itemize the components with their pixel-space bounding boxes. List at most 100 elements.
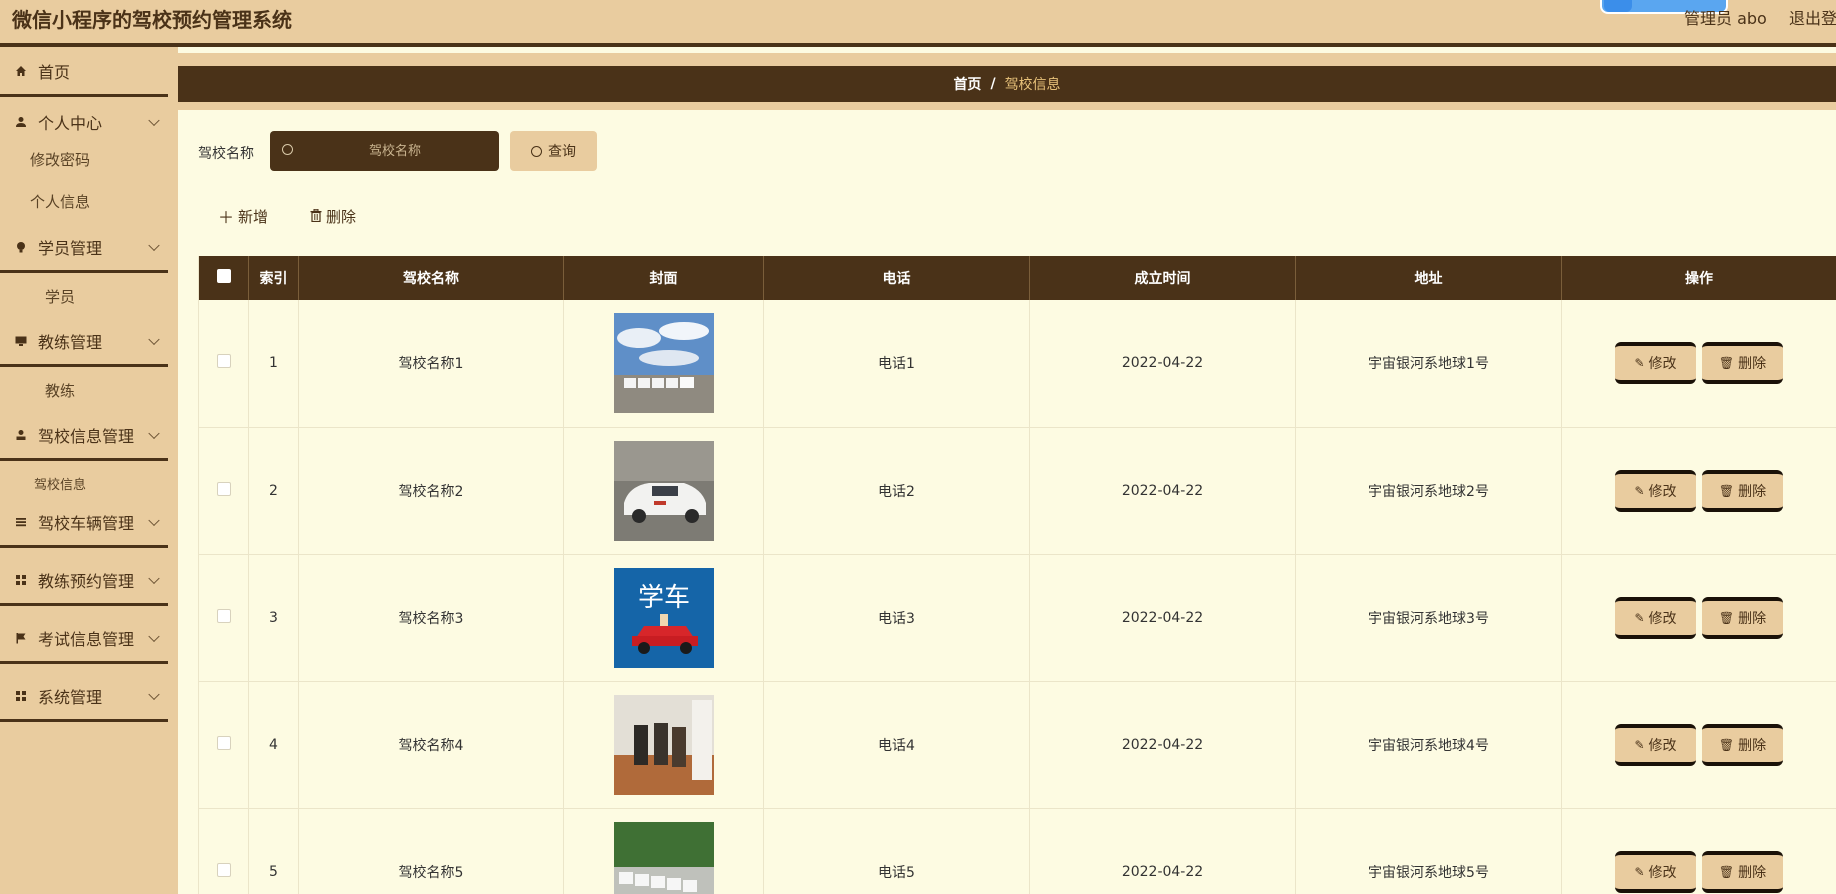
sidebar-item-student-management[interactable]: 学员管理 (0, 223, 168, 273)
cover-image-2[interactable] (613, 440, 714, 541)
actions-cell: ✎ 修改 🗑 删除 (1561, 300, 1836, 428)
sidebar-subitem-personal-info[interactable]: 个人信息 (0, 181, 168, 221)
edit-button[interactable]: ✎ 修改 (1615, 596, 1696, 639)
row-checkbox[interactable] (216, 481, 231, 496)
home-icon (14, 64, 28, 78)
plus-icon: ＋ (218, 208, 235, 227)
sidebar-item-label: 个人中心 (38, 114, 103, 133)
current-user: 管理员 abo (1684, 9, 1767, 28)
search-field[interactable] (270, 131, 499, 171)
sidebar-item-vehicle-management[interactable]: 驾校车辆管理 (0, 498, 168, 548)
sidebar-item-system-management[interactable]: 系统管理 (0, 672, 168, 722)
edit-button-label: 修改 (1648, 737, 1677, 754)
delete-button[interactable]: 删除 (310, 201, 356, 231)
phone-cell: 电话3 (763, 554, 1030, 682)
column-header: 驾校名称 (298, 256, 564, 300)
sidebar-item-home[interactable]: 首页 (0, 47, 168, 97)
sidebar-subitem-label: 教练 (45, 381, 76, 400)
edit-icon: ✎ (1634, 356, 1645, 371)
chevron-down-icon (148, 514, 160, 526)
delete-button-label: 删除 (326, 207, 357, 226)
edit-button[interactable]: ✎ 修改 (1615, 850, 1696, 893)
column-header: 成立时间 (1029, 256, 1296, 300)
edit-icon: ✎ (1634, 483, 1645, 498)
index-cell: 3 (248, 554, 299, 682)
address-cell: 宇宙银河系地球5号 (1295, 808, 1562, 894)
add-button[interactable]: ＋ 新增 (218, 201, 268, 231)
person-icon (14, 428, 28, 442)
edit-icon: ✎ (1634, 737, 1645, 752)
trash-icon: 🗑 (1718, 483, 1735, 498)
breadcrumb-current: 驾校信息 (1004, 77, 1061, 93)
sidebar-item-coach-management[interactable]: 教练管理 (0, 317, 168, 367)
sidebar-item-school-info-management[interactable]: 驾校信息管理 (0, 411, 168, 461)
trash-icon: 🗑 (1718, 737, 1735, 752)
breadcrumb-separator: / (990, 76, 996, 92)
edit-icon: ✎ (1634, 864, 1645, 879)
index-cell: 2 (248, 427, 299, 555)
edit-button[interactable]: ✎ 修改 (1615, 723, 1696, 766)
flag-icon (14, 631, 28, 645)
row-delete-button[interactable]: 🗑 删除 (1702, 850, 1783, 893)
cover-image-5[interactable] (613, 821, 714, 894)
row-select-cell (198, 808, 249, 894)
sidebar-subitem-label: 学员 (45, 287, 76, 306)
column-header: 地址 (1295, 256, 1562, 300)
query-button[interactable]: 查询 (510, 131, 597, 171)
table-row: 2 驾校名称2 电话2 2022-04-22 宇宙银河系地球2号 ✎ 修改 🗑 … (198, 427, 1836, 555)
search-icon (282, 144, 293, 155)
row-checkbox[interactable] (216, 735, 231, 750)
row-delete-button[interactable]: 🗑 删除 (1702, 342, 1783, 385)
cover-cell (563, 681, 764, 809)
sidebar-item-label: 学员管理 (38, 238, 103, 258)
edit-button[interactable]: ✎ 修改 (1615, 342, 1696, 385)
row-delete-button[interactable]: 🗑 删除 (1702, 596, 1783, 639)
column-header: 电话 (763, 256, 1030, 300)
select-all-checkbox[interactable] (216, 269, 231, 283)
sidebar-subitem-label: 驾校信息 (34, 477, 87, 493)
edit-button[interactable]: ✎ 修改 (1615, 469, 1696, 512)
address-cell: 宇宙银河系地球2号 (1295, 427, 1562, 555)
row-delete-button[interactable]: 🗑 删除 (1702, 723, 1783, 766)
delete-button-label: 删除 (1738, 483, 1767, 500)
founded-date-cell: 2022-04-22 (1029, 427, 1296, 555)
row-checkbox[interactable] (216, 608, 231, 623)
sidebar-item-exam-info-management[interactable]: 考试信息管理 (0, 614, 168, 664)
search-icon (531, 145, 542, 157)
phone-cell: 电话2 (763, 427, 1030, 555)
sidebar-item-label: 系统管理 (38, 687, 103, 707)
school-name-cell: 驾校名称5 (298, 808, 564, 894)
add-button-label: 新增 (238, 207, 269, 226)
logout-link[interactable]: 退出登 (1789, 5, 1836, 29)
sidebar-item-coach-booking-management[interactable]: 教练预约管理 (0, 556, 168, 606)
sidebar-subitem-students[interactable]: 学员 (0, 276, 168, 316)
chevron-down-icon (148, 239, 160, 251)
sidebar-subitem-coaches[interactable]: 教练 (0, 370, 168, 410)
row-checkbox[interactable] (216, 862, 231, 877)
school-name-cell: 驾校名称3 (298, 554, 564, 682)
list-icon (14, 515, 28, 529)
cover-image-4[interactable] (613, 694, 714, 795)
row-select-cell (198, 427, 249, 555)
school-name-cell: 驾校名称2 (298, 427, 564, 555)
row-checkbox[interactable] (216, 354, 231, 369)
edit-button-label: 修改 (1648, 610, 1677, 627)
phone-cell: 电话1 (763, 300, 1030, 428)
table-header-row: 索引 驾校名称 封面 电话 成立时间 地址 操作 (198, 256, 1836, 300)
cover-image-1[interactable] (613, 313, 714, 414)
cover-cell (563, 300, 764, 428)
trash-icon: 🗑 (1718, 356, 1735, 371)
school-name-cell: 驾校名称1 (298, 300, 564, 428)
column-header: 索引 (248, 256, 299, 300)
founded-date-cell: 2022-04-22 (1029, 300, 1296, 428)
sidebar-subitem-change-password[interactable]: 修改密码 (0, 139, 168, 179)
search-input[interactable] (300, 131, 490, 171)
sidebar-subitem-school-info[interactable]: 驾校信息 (0, 463, 168, 503)
breadcrumb-home[interactable]: 首页 (953, 74, 981, 94)
row-delete-button[interactable]: 🗑 删除 (1702, 469, 1783, 512)
actions-cell: ✎ 修改 🗑 删除 (1561, 427, 1836, 555)
address-cell: 宇宙银河系地球4号 (1295, 681, 1562, 809)
main-content: 首页 / 驾校信息 驾校名称 查询 ＋ 新增 删除 索引 驾校 (178, 47, 1836, 894)
cover-image-3[interactable]: 学车 (613, 567, 714, 668)
founded-date-cell: 2022-04-22 (1029, 808, 1296, 894)
